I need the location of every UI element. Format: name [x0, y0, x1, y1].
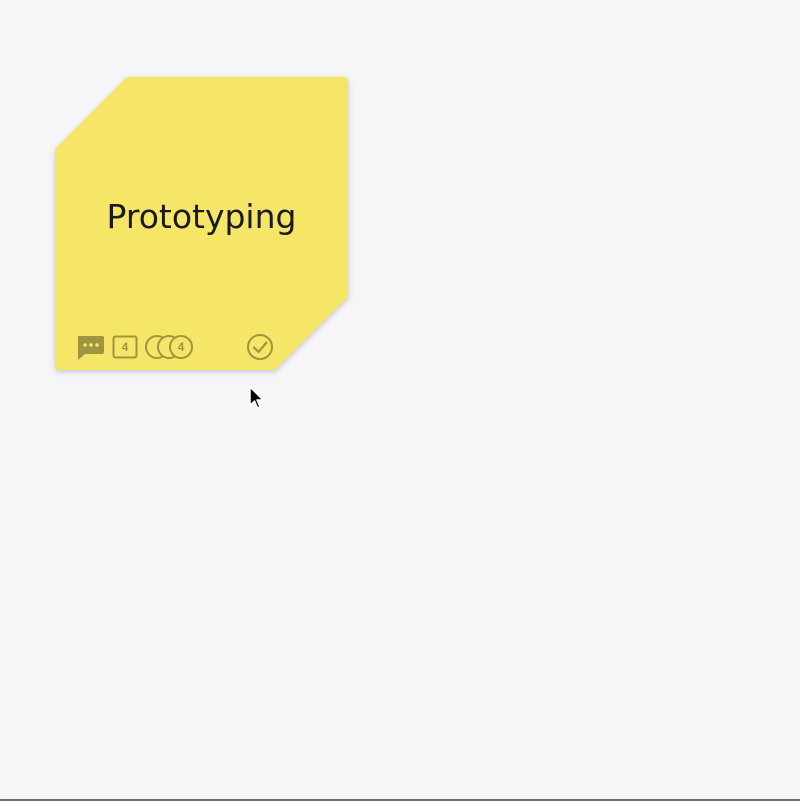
- mouse-cursor-icon: [249, 386, 265, 412]
- comment-icon[interactable]: [75, 334, 105, 362]
- sticky-note[interactable]: Prototyping 4 4: [55, 77, 348, 370]
- sticky-note-title: Prototyping: [106, 197, 297, 236]
- tasks-count: 4: [121, 340, 129, 354]
- assignee-count: 4: [177, 340, 185, 354]
- sticky-note-footer: 4 4: [75, 333, 295, 361]
- check-circle-icon[interactable]: [245, 333, 275, 361]
- assignees-icon[interactable]: 4: [143, 333, 195, 361]
- tasks-icon[interactable]: 4: [112, 335, 138, 359]
